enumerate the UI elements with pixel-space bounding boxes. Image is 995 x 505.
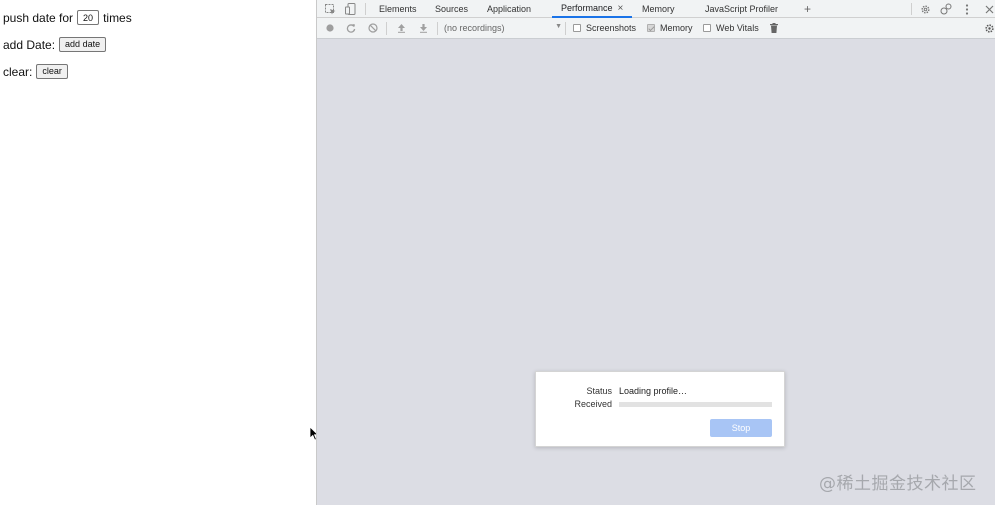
capture-settings-gear-icon[interactable] (982, 21, 995, 35)
push-date-row: push date for times (3, 10, 132, 25)
close-devtools-icon[interactable] (982, 2, 995, 16)
plus-icon: + (804, 2, 812, 16)
watermark-text: @稀土掘金技术社区 (819, 474, 977, 494)
received-progress-bar (619, 402, 772, 407)
screenshots-label: Screenshots (586, 23, 637, 33)
times-label: times (103, 10, 132, 25)
clear-button[interactable]: clear (36, 64, 68, 79)
tab-memory[interactable]: Memory (642, 0, 675, 18)
dropdown-arrow-icon: ▼ (555, 23, 562, 30)
more-options-icon[interactable] (960, 2, 974, 16)
right-separator (911, 3, 912, 15)
close-tab-icon[interactable]: × (618, 3, 624, 14)
clear-row: clear: clear (3, 64, 68, 79)
memory-checkbox-box[interactable] (647, 24, 655, 32)
push-count-input[interactable] (77, 10, 100, 25)
save-profile-icon[interactable] (416, 21, 430, 35)
toolbar-separator (565, 22, 566, 35)
tab-application[interactable]: Application (487, 0, 531, 18)
inspect-element-icon[interactable] (323, 2, 337, 16)
profile-status-dialog: Status Loading profile… Received Stop (535, 371, 785, 447)
tab-elements[interactable]: Elements (379, 0, 417, 18)
tab-performance[interactable]: Performance × (552, 0, 633, 18)
toolbar-separator (386, 22, 387, 35)
devtools-tab-bar: Elements Sources Application Performance… (317, 0, 995, 18)
screenshots-checkbox-box[interactable] (573, 24, 581, 32)
tab-sources[interactable]: Sources (435, 0, 468, 18)
add-date-button[interactable]: add date (59, 37, 107, 52)
devtools-panel: Elements Sources Application Performance… (316, 0, 995, 505)
stop-button[interactable]: Stop (710, 419, 772, 437)
received-label: Received (574, 399, 612, 409)
performance-toolbar: (no recordings) ▼ Screenshots Memory Web… (317, 18, 995, 39)
memory-label: Memory (660, 23, 693, 33)
push-date-label: push date for (3, 10, 74, 25)
reload-record-icon[interactable] (344, 21, 358, 35)
screenshots-checkbox[interactable]: Screenshots (573, 18, 636, 38)
add-date-row: add Date: add date (3, 37, 107, 52)
web-vitals-checkbox[interactable]: Web Vitals (703, 18, 759, 38)
load-profile-icon[interactable] (394, 21, 408, 35)
clear-recording-icon[interactable] (366, 21, 380, 35)
settings-gear-icon[interactable] (918, 2, 932, 16)
status-value: Loading profile… (619, 386, 688, 396)
web-vitals-checkbox-box[interactable] (703, 24, 711, 32)
record-icon[interactable] (323, 21, 337, 35)
tab-javascript-profiler[interactable]: JavaScript Profiler (705, 0, 778, 18)
device-toolbar-icon[interactable] (343, 2, 357, 16)
add-tab-button[interactable]: + (804, 0, 811, 18)
web-vitals-label: Web Vitals (716, 23, 759, 33)
inspected-page: push date for times add Date: add date c… (0, 0, 319, 505)
tab-separator (365, 3, 366, 15)
garbage-collect-trash-icon[interactable] (767, 21, 781, 35)
clear-label: clear: (3, 64, 33, 79)
add-date-label: add Date: (3, 37, 56, 52)
recordings-select-value: (no recordings) (444, 23, 505, 33)
toolbar-separator (437, 22, 438, 35)
recordings-select[interactable]: (no recordings) ▼ (444, 18, 562, 38)
customize-devtools-icon[interactable] (939, 2, 953, 16)
status-label: Status (586, 386, 612, 396)
memory-checkbox[interactable]: Memory (647, 18, 693, 38)
